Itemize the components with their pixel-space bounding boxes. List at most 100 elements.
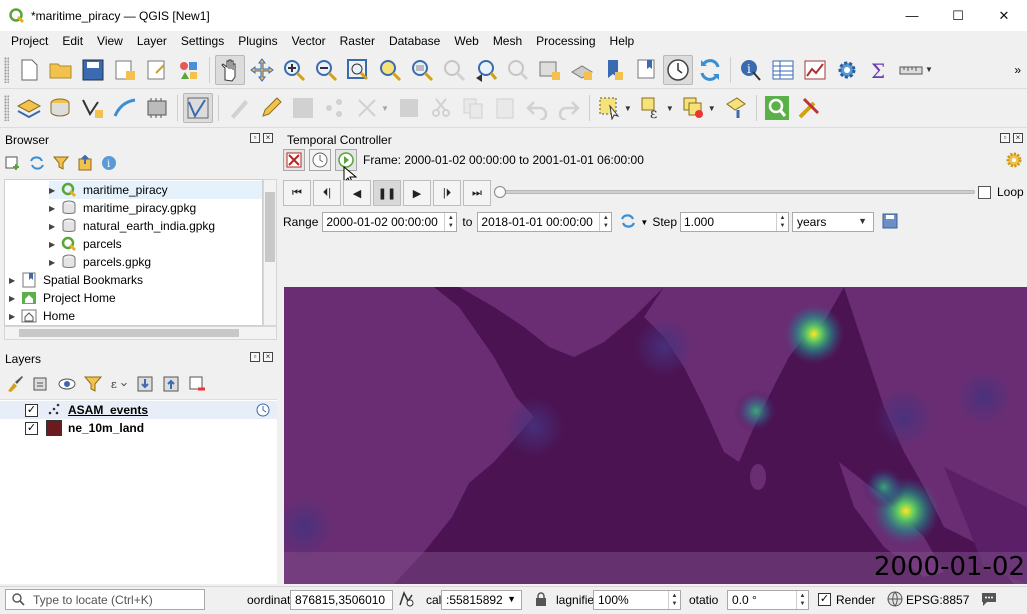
locator-search-input[interactable]: Type to locate (Ctrl+K) <box>5 589 205 610</box>
style-layer-icon[interactable] <box>6 375 24 393</box>
expand-arrow-icon[interactable]: ▶ <box>49 186 61 195</box>
tree-item-natural-earth-india-gpkg[interactable]: ▶ natural_earth_india.gpkg <box>49 217 215 235</box>
chevron-down-icon[interactable]: ▼ <box>640 218 648 227</box>
save-project-icon[interactable] <box>78 55 108 85</box>
scrollbar-thumb[interactable] <box>19 329 239 337</box>
select-features-icon[interactable] <box>595 93 625 123</box>
spin-buttons[interactable]: ▲ ▼ <box>444 213 456 231</box>
time-slider[interactable] <box>497 190 975 194</box>
pan-map-icon[interactable] <box>215 54 245 85</box>
menu-edit[interactable]: Edit <box>55 31 90 51</box>
close-panel-icon[interactable]: × <box>263 352 273 362</box>
step-unit-select[interactable]: years ▼ <box>792 212 874 232</box>
expand-arrow-icon[interactable]: ▶ <box>9 276 21 285</box>
tree-item-maritime-piracy-gpkg[interactable]: ▶ maritime_piracy.gpkg <box>49 199 196 217</box>
menu-web[interactable]: Web <box>447 31 485 51</box>
map-canvas[interactable]: 2000-01-02 <box>284 287 1027 584</box>
spin-buttons[interactable]: ▲ ▼ <box>668 591 680 609</box>
tree-item-parcels-gpkg[interactable]: ▶ parcels.gpkg <box>49 253 151 271</box>
open-project-icon[interactable] <box>46 55 76 85</box>
browser-vertical-scrollbar[interactable] <box>263 179 277 326</box>
toolbar-grip[interactable] <box>4 95 9 121</box>
tree-item-maritime-piracy[interactable]: ▶ maritime_piracy <box>49 181 262 199</box>
layer-row-asam-events[interactable]: ✓ ASAM_events <box>0 401 277 419</box>
settings-gear-icon[interactable] <box>832 55 862 85</box>
cut-features-icon[interactable] <box>426 93 456 123</box>
expand-all-icon[interactable] <box>136 375 154 393</box>
pause-button[interactable]: ❚❚ <box>373 180 401 206</box>
expand-arrow-icon[interactable]: ▶ <box>9 312 21 321</box>
fixed-range-button[interactable] <box>309 149 331 171</box>
redo-icon[interactable] <box>554 93 584 123</box>
collapse-all-icon[interactable] <box>162 375 180 393</box>
maximize-button[interactable]: ☐ <box>935 0 981 31</box>
minimize-button[interactable]: — <box>889 0 935 31</box>
spin-buttons[interactable]: ▲ ▼ <box>776 213 788 231</box>
crs-globe-icon[interactable] <box>887 591 903 610</box>
current-edits-icon[interactable] <box>224 93 254 123</box>
zoom-in-icon[interactable] <box>279 55 309 85</box>
browser-horizontal-scrollbar[interactable] <box>4 326 277 340</box>
paste-features-icon[interactable] <box>490 93 520 123</box>
skip-to-end-button[interactable]: ⏭ <box>463 180 491 206</box>
pan-to-selection-icon[interactable] <box>247 55 277 85</box>
filter-legend-icon[interactable] <box>84 375 102 393</box>
chevron-down-icon[interactable]: ▼ <box>666 104 674 113</box>
zoom-out-icon[interactable] <box>311 55 341 85</box>
toolbar-grip[interactable] <box>4 56 9 83</box>
identify-features-icon[interactable]: i <box>736 55 766 85</box>
spin-buttons[interactable]: ▲ ▼ <box>796 591 808 609</box>
save-as-icon[interactable] <box>110 55 140 85</box>
export-animation-icon[interactable] <box>882 213 898 232</box>
tree-item-home[interactable]: ▶ Home <box>9 307 75 325</box>
undock-panel-icon[interactable]: ▫ <box>250 133 260 143</box>
play-backward-button[interactable]: ◀ <box>343 180 371 206</box>
expand-arrow-icon[interactable]: ▶ <box>9 294 21 303</box>
rotation-field[interactable]: 0.0 ° ▲ ▼ <box>727 590 809 610</box>
measure-line-icon[interactable] <box>896 55 926 85</box>
layer-row-ne-10m-land[interactable]: ✓ ne_10m_land <box>0 419 277 437</box>
set-range-refresh-icon[interactable] <box>620 213 636 232</box>
undock-panel-icon[interactable]: ▫ <box>1000 133 1010 143</box>
statistical-summary-icon[interactable] <box>800 55 830 85</box>
chevron-down-icon[interactable]: ▼ <box>381 104 389 113</box>
menu-processing[interactable]: Processing <box>529 31 602 51</box>
save-edits-icon[interactable] <box>288 93 318 123</box>
tree-item-project-home[interactable]: ▶ Project Home <box>9 289 116 307</box>
previous-frame-button[interactable]: ⏴︎| <box>313 180 341 206</box>
print-layout-icon[interactable] <box>142 55 172 85</box>
expand-arrow-icon[interactable]: ▶ <box>49 204 61 213</box>
manage-map-themes-icon[interactable] <box>58 375 76 393</box>
loop-toggle[interactable]: Loop <box>978 185 1024 199</box>
add-selected-layers-icon[interactable] <box>4 154 22 172</box>
messages-icon[interactable] <box>980 590 998 611</box>
vertex-tool-icon[interactable] <box>352 93 382 123</box>
select-by-expression-icon[interactable]: ε <box>637 93 667 123</box>
step-field[interactable]: 1.000 ▲ ▼ <box>680 212 789 232</box>
processing-toolbox-icon[interactable] <box>794 93 824 123</box>
new-map-view-icon[interactable] <box>535 55 565 85</box>
layer-visibility-checkbox[interactable]: ✓ <box>25 403 38 417</box>
time-slider-handle[interactable] <box>494 186 506 198</box>
chevron-down-icon[interactable]: ▼ <box>708 104 716 113</box>
close-button[interactable]: ✕ <box>981 0 1027 31</box>
expand-arrow-icon[interactable]: ▶ <box>49 240 61 249</box>
new-vector-layer-icon[interactable] <box>78 93 108 123</box>
play-forward-button[interactable]: ▶ <box>403 180 431 206</box>
new-bookmark-icon[interactable] <box>599 55 629 85</box>
crs-label[interactable]: EPSG:8857 <box>906 593 969 607</box>
layer-visibility-checkbox[interactable]: ✓ <box>25 421 38 435</box>
new-project-icon[interactable] <box>14 55 44 85</box>
digitize-icon[interactable] <box>110 93 140 123</box>
style-manager-icon[interactable] <box>174 55 204 85</box>
toolbar-overflow-icon[interactable]: » <box>1014 63 1021 77</box>
range-start-field[interactable]: 2000-01-02 00:00:00 ▲ ▼ <box>322 212 458 232</box>
show-bookmarks-icon[interactable] <box>631 55 661 85</box>
filter-browser-icon[interactable] <box>52 154 70 172</box>
field-calculator-icon[interactable]: Σ <box>864 55 894 85</box>
menu-plugins[interactable]: Plugins <box>231 31 284 51</box>
undock-panel-icon[interactable]: ▫ <box>250 352 260 362</box>
properties-info-icon[interactable]: i <box>100 154 118 172</box>
tree-item-spatial-bookmarks[interactable]: ▶ Spatial Bookmarks <box>9 271 143 289</box>
lock-scale-icon[interactable] <box>535 592 547 610</box>
